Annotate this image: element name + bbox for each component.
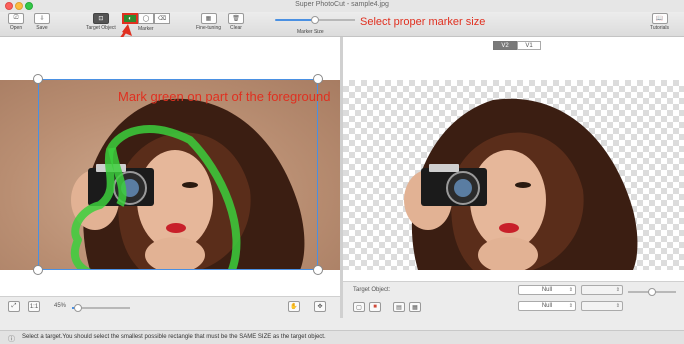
result-bottom-bar: Target Object: Null ⇕ ⇕ ▢ ■ ▤ ▦ Null ⇕ ⇕ — [343, 281, 684, 318]
window-title: Super PhotoCut - sample4.jpg — [295, 1, 389, 8]
chevron-updown-icon: ⇕ — [568, 303, 573, 309]
move-icon: ✥ — [317, 304, 323, 310]
chevron-updown-icon: ⇕ — [615, 287, 620, 293]
open-button[interactable]: ⎚ Open — [8, 13, 24, 31]
marker-size-slider[interactable] — [275, 16, 355, 24]
actual-size-icon: 1:1 — [29, 303, 39, 310]
title-bar: Super PhotoCut - sample4.jpg — [0, 0, 684, 12]
fine-tuning-icon: ▦ — [200, 13, 217, 24]
layers-icon: ▤ — [396, 304, 402, 311]
chevron-updown-icon: ⇕ — [568, 287, 573, 293]
open-icon: ⎚ — [8, 13, 24, 24]
move-tool-button[interactable]: ✥ — [314, 301, 326, 312]
chevron-updown-icon: ⇕ — [615, 303, 620, 309]
mark-green-annotation: Mark green on part of the foreground — [118, 89, 331, 104]
result-slider-knob[interactable] — [648, 288, 656, 296]
result-preview-panel: V2 V1 — [343, 37, 684, 318]
target-object-select-2[interactable]: ⇕ — [581, 285, 623, 295]
eraser-marker-button[interactable]: ⌫ — [154, 13, 170, 24]
hand-icon: ✋ — [290, 304, 298, 310]
marker-size-label: Marker Size — [297, 29, 324, 35]
fit-icon: ⤢ — [11, 303, 17, 309]
save-button[interactable]: ⇩ Save — [34, 13, 50, 31]
background-marker-button[interactable]: ◯ — [138, 13, 154, 24]
background-select-2[interactable]: ⇕ — [581, 301, 623, 311]
view-mode-button-1[interactable]: ▢ — [353, 302, 365, 312]
view-mode-button-3[interactable]: ▤ — [393, 302, 405, 312]
hand-tool-button[interactable]: ✋ — [288, 301, 300, 312]
selection-handle-bottom-right[interactable] — [313, 265, 323, 275]
fit-window-button[interactable]: ⤢ — [8, 301, 20, 312]
color-square-icon: ■ — [373, 304, 377, 310]
app-window: Super PhotoCut - sample4.jpg ⎚ Open ⇩ Sa… — [0, 0, 684, 344]
tab-v1[interactable]: V1 — [517, 41, 541, 50]
target-object-select-1[interactable]: Null ⇕ — [518, 285, 576, 295]
status-message: Select a target.You should select the sm… — [22, 334, 326, 340]
canvas-bottom-bar: ⤢ 1:1 45% ✋ ✥ — [0, 296, 340, 318]
marker-size-slider-track — [315, 19, 355, 21]
background-select-1[interactable]: Null ⇕ — [518, 301, 576, 311]
tutorials-button[interactable]: 📖 Tutorials — [650, 13, 669, 31]
result-slider[interactable] — [628, 288, 676, 296]
square-icon: ▢ — [356, 304, 362, 311]
info-icon: ⓘ — [8, 336, 15, 343]
result-photo — [343, 80, 684, 270]
zoom-percent: 45% — [54, 303, 67, 309]
version-tabs: V2 V1 — [493, 41, 541, 50]
selection-rectangle[interactable] — [38, 79, 318, 270]
clear-button[interactable]: 🗑 Clear — [228, 13, 244, 31]
grid-icon: ▦ — [412, 304, 418, 311]
selection-handle-top-left[interactable] — [33, 74, 43, 84]
status-bar: ⓘ Select a target.You should select the … — [0, 330, 684, 344]
save-icon: ⇩ — [34, 13, 50, 24]
zoom-slider-knob[interactable] — [73, 304, 82, 312]
fine-tuning-button[interactable]: ▦ Fine-tuning — [196, 13, 221, 31]
selection-handle-bottom-left[interactable] — [33, 265, 43, 275]
zoom-slider[interactable] — [72, 304, 130, 312]
result-photo-art — [404, 98, 638, 270]
tab-v2[interactable]: V2 — [493, 41, 517, 50]
trash-icon: 🗑 — [228, 13, 244, 24]
source-canvas-panel: Mark green on part of the foreground — [0, 37, 340, 318]
marker-size-slider-knob[interactable] — [311, 16, 319, 24]
target-object-label: Target Object: — [353, 287, 391, 293]
view-mode-button-4[interactable]: ▦ — [409, 302, 421, 312]
book-icon: 📖 — [651, 13, 668, 24]
marker-size-annotation: Select proper marker size — [360, 16, 486, 28]
view-mode-button-2[interactable]: ■ — [369, 302, 381, 312]
marker-label: Marker — [138, 26, 154, 32]
actual-size-button[interactable]: 1:1 — [28, 301, 40, 312]
selection-handle-top-right[interactable] — [313, 74, 323, 84]
